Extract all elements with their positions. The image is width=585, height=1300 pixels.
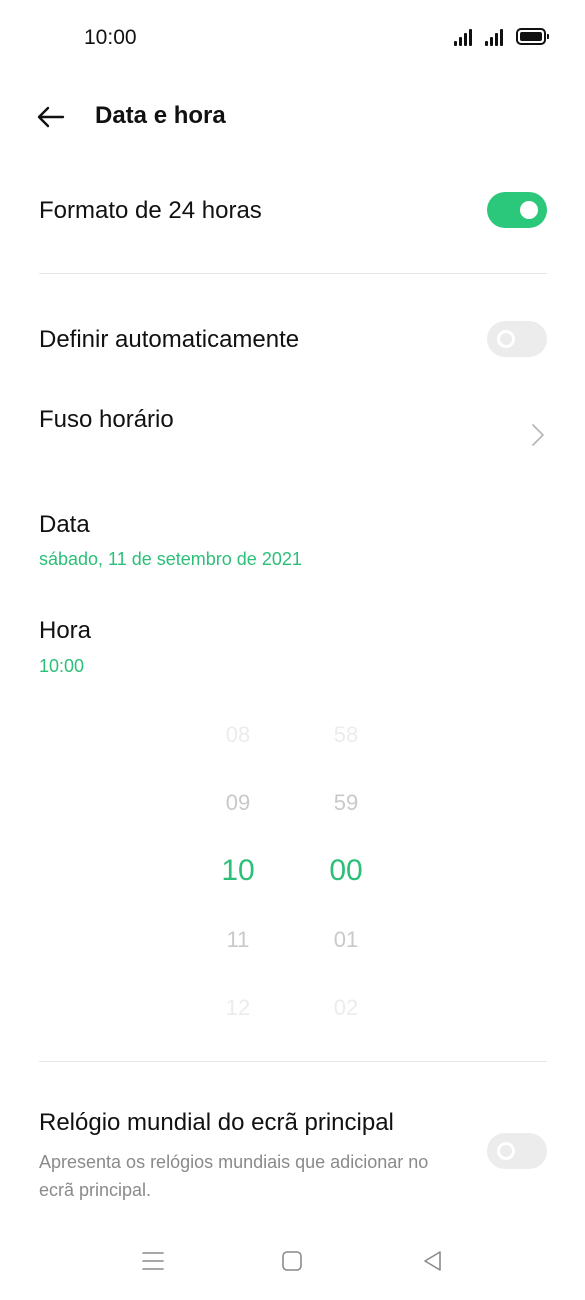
world-clock-toggle[interactable] bbox=[487, 1133, 547, 1169]
minute-option-selected[interactable]: 00 bbox=[306, 854, 386, 888]
toggle-knob bbox=[497, 330, 515, 348]
signal-icon bbox=[454, 28, 478, 46]
minute-option[interactable]: 58 bbox=[306, 722, 386, 748]
auto-set-label: Definir automaticamente bbox=[39, 326, 300, 353]
status-bar: 10:00 bbox=[0, 0, 585, 76]
arrow-left-icon bbox=[37, 106, 65, 128]
toggle-knob bbox=[497, 1142, 515, 1160]
minute-option[interactable]: 02 bbox=[306, 995, 386, 1021]
minute-option[interactable]: 59 bbox=[306, 790, 386, 816]
hour-option[interactable]: 08 bbox=[198, 722, 278, 748]
signal-icon bbox=[485, 28, 509, 46]
timezone-label: Fuso horário bbox=[39, 406, 174, 433]
nav-home-button[interactable] bbox=[277, 1246, 307, 1276]
status-time: 10:00 bbox=[84, 26, 137, 49]
nav-menu-button[interactable] bbox=[138, 1246, 168, 1276]
world-clock-label: Relógio mundial do ecrã principal bbox=[39, 1109, 394, 1136]
toggle-knob bbox=[520, 201, 538, 219]
date-value: sábado, 11 de setembro de 2021 bbox=[39, 549, 302, 569]
time-value: 10:00 bbox=[39, 656, 85, 676]
home-icon bbox=[282, 1251, 302, 1271]
page-title: Data e hora bbox=[95, 102, 226, 129]
hour-picker[interactable]: 08 09 10 11 12 bbox=[198, 700, 278, 1040]
format-24h-toggle[interactable] bbox=[487, 192, 547, 228]
minute-option[interactable]: 01 bbox=[306, 927, 386, 953]
divider bbox=[39, 1061, 547, 1062]
chevron-right-icon bbox=[532, 424, 544, 446]
date-label: Data bbox=[39, 511, 90, 538]
hour-option[interactable]: 09 bbox=[198, 790, 278, 816]
menu-icon bbox=[142, 1252, 164, 1270]
back-triangle-icon bbox=[424, 1251, 441, 1271]
hour-option[interactable]: 11 bbox=[198, 927, 278, 953]
hour-option[interactable]: 12 bbox=[198, 995, 278, 1021]
minute-picker[interactable]: 58 59 00 01 02 bbox=[306, 700, 386, 1040]
divider bbox=[39, 273, 547, 274]
hour-option-selected[interactable]: 10 bbox=[198, 854, 278, 888]
date-time-settings-screen: 10:00 Data e hora Formato de 24 horas De… bbox=[0, 0, 585, 1300]
format-24h-label: Formato de 24 horas bbox=[39, 197, 262, 224]
auto-set-toggle[interactable] bbox=[487, 321, 547, 357]
nav-back-button[interactable] bbox=[418, 1246, 448, 1276]
back-button[interactable] bbox=[30, 98, 70, 138]
battery-icon bbox=[516, 28, 549, 45]
time-label: Hora bbox=[39, 617, 92, 644]
world-clock-description: Apresenta os relógios mundiais que adici… bbox=[39, 1152, 429, 1200]
